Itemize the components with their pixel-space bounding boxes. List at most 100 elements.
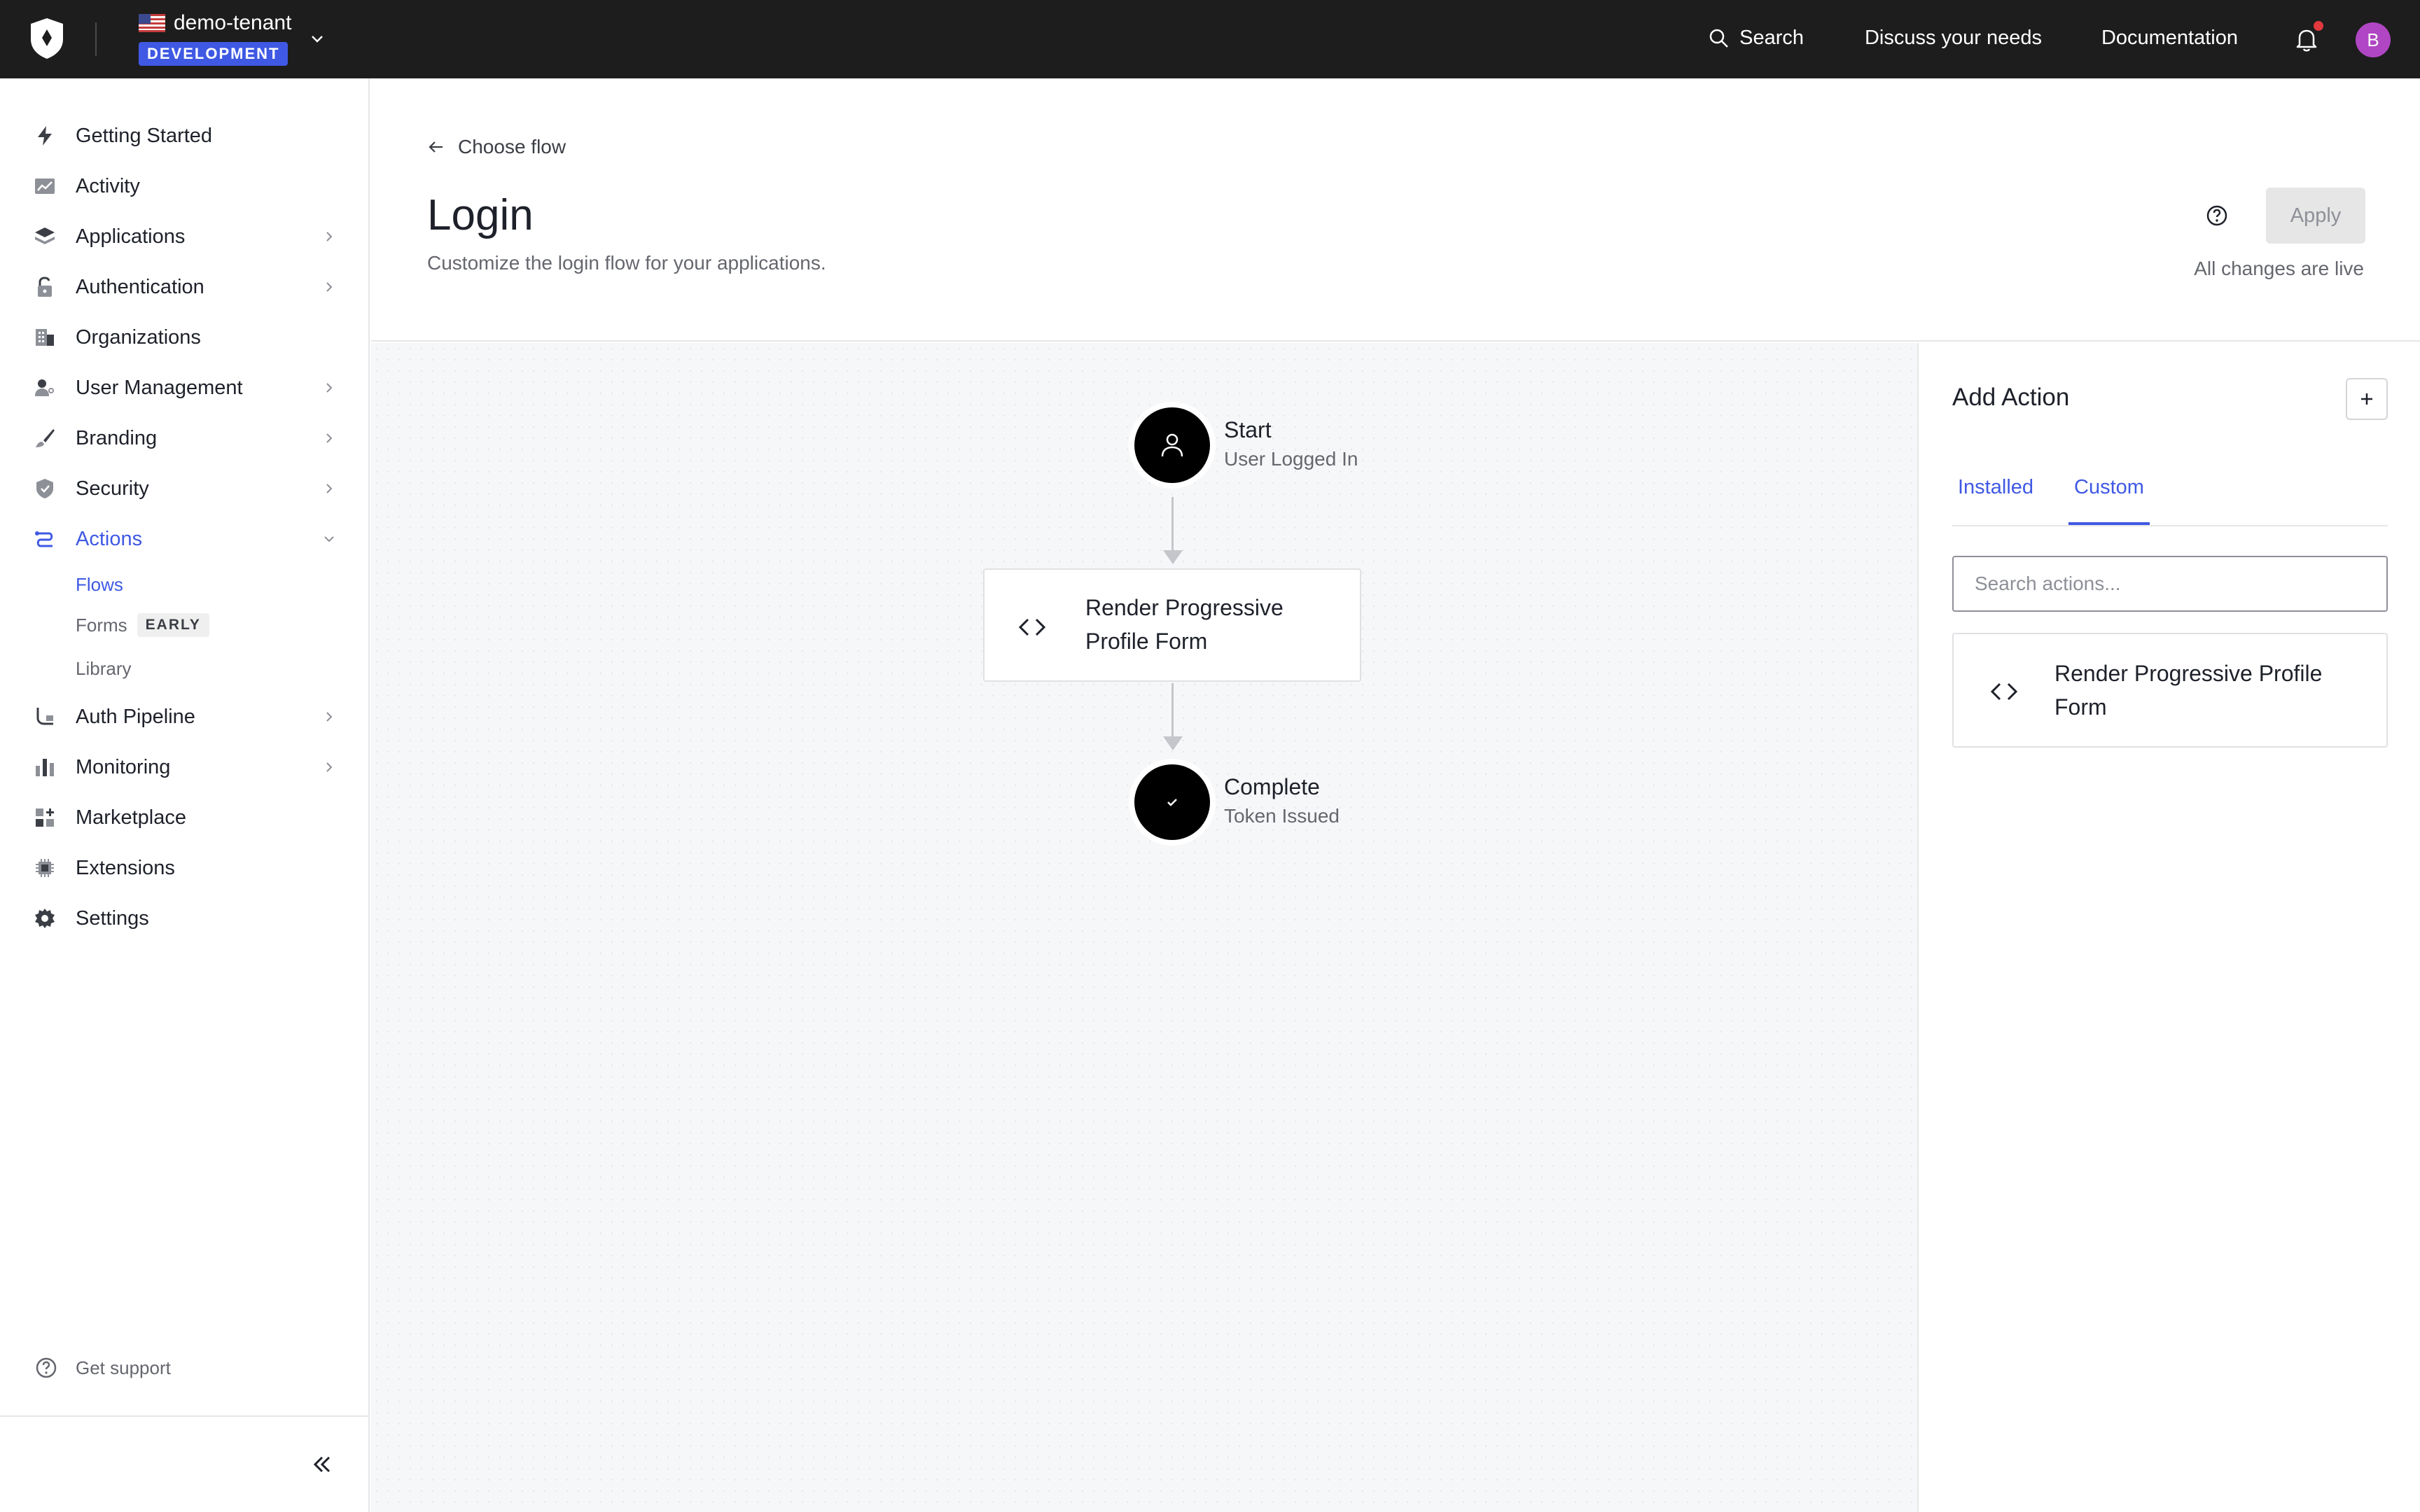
start-node[interactable] (1134, 407, 1210, 483)
changes-status: All changes are live (2194, 258, 2364, 279)
sidebar-item-getting-started[interactable]: Getting Started (32, 119, 340, 153)
flow-canvas[interactable]: Start User Logged In Render Progressive … (371, 343, 1917, 1512)
flow-action-card[interactable]: Render Progressive Profile Form (983, 568, 1361, 682)
sidebar-item-auth-pipeline[interactable]: Auth Pipeline (32, 700, 340, 734)
user-icon (1161, 433, 1183, 457)
flow-action-label: Render Progressive Profile Form (1085, 595, 1284, 654)
sidebar-subitem-label: Flows (76, 574, 123, 595)
lightning-icon (32, 123, 57, 148)
help-circle-icon (36, 1357, 57, 1378)
search-actions-input[interactable] (1952, 556, 2388, 612)
checkmark-icon (1167, 799, 1177, 806)
connector-arrowhead (1163, 550, 1183, 564)
apply-button[interactable]: Apply (2266, 188, 2365, 244)
tab-installed[interactable]: Installed (1952, 476, 2039, 525)
sidebar-item-label: Marketplace (76, 806, 186, 829)
shield-icon (32, 476, 57, 501)
bar-chart-icon (32, 755, 57, 780)
flow-icon (32, 526, 57, 552)
lock-icon (32, 274, 57, 300)
start-node-subtitle: User Logged In (1224, 448, 1358, 470)
arrow-left-icon (429, 141, 443, 153)
chevron-right-icon (326, 762, 333, 772)
sidebar: Getting Started Activity Applications Au… (0, 78, 370, 1512)
sidebar-item-marketplace[interactable]: Marketplace (32, 801, 340, 834)
chevron-down-icon[interactable] (308, 29, 326, 48)
chip-icon (32, 855, 57, 881)
sidebar-subitem-label: Forms (76, 614, 127, 636)
shield-logo-icon[interactable] (28, 17, 66, 60)
brush-icon (32, 426, 57, 451)
chevron-right-icon (326, 282, 333, 292)
sidebar-item-label: Monitoring (76, 755, 171, 778)
sidebar-item-applications[interactable]: Applications (32, 220, 340, 253)
tenant-name: demo-tenant (174, 11, 292, 34)
connector-arrowhead (1163, 736, 1183, 750)
get-support-link[interactable]: Get support (35, 1357, 171, 1379)
flow-connector (1171, 497, 1174, 554)
grid-plus-icon (32, 805, 57, 830)
sidebar-subitem-flows[interactable]: Flows (76, 574, 123, 596)
sidebar-item-label: User Management (76, 376, 243, 399)
gear-icon (32, 906, 57, 931)
discuss-link[interactable]: Discuss your needs (1865, 27, 2042, 50)
building-icon (32, 325, 57, 350)
sidebar-item-settings[interactable]: Settings (32, 902, 340, 935)
complete-node-title: Complete (1224, 774, 1320, 799)
code-icon (1018, 618, 1046, 636)
tenant-switcher[interactable]: demo-tenant DEVELOPMENT (139, 11, 291, 66)
avatar[interactable]: B (2356, 22, 2391, 57)
chevron-right-icon (326, 484, 333, 493)
notification-dot (2314, 21, 2323, 31)
tab-custom[interactable]: Custom (2068, 476, 2150, 525)
search-label: Search (1739, 27, 1804, 49)
sidebar-item-label: Getting Started (76, 124, 213, 147)
sidebar-item-label: Organizations (76, 326, 201, 349)
get-support-label: Get support (76, 1357, 171, 1378)
collapse-sidebar-icon[interactable] (308, 1450, 336, 1478)
code-icon (1990, 682, 2018, 701)
documentation-link[interactable]: Documentation (2101, 27, 2238, 50)
flow-connector (1171, 683, 1174, 741)
sidebar-item-label: Branding (76, 426, 158, 449)
us-flag-icon (139, 14, 165, 32)
sidebar-item-branding[interactable]: Branding (32, 421, 340, 455)
early-badge: EARLY (137, 613, 209, 637)
topbar-divider (95, 22, 97, 56)
sidebar-divider (0, 1415, 370, 1417)
sidebar-item-activity[interactable]: Activity (32, 169, 340, 203)
sidebar-item-label: Auth Pipeline (76, 705, 195, 728)
environment-badge: DEVELOPMENT (139, 42, 288, 66)
page-subtitle: Customize the login flow for your applic… (427, 252, 826, 274)
sidebar-subitem-forms[interactable]: Forms EARLY (76, 613, 209, 637)
sidebar-item-user-management[interactable]: User Management (32, 371, 340, 405)
sidebar-item-label: Settings (76, 906, 149, 930)
action-list-item[interactable]: Render Progressive Profile Form (1952, 633, 2388, 748)
action-tabs: Installed Custom (1952, 466, 2388, 526)
chevron-right-icon (326, 383, 333, 393)
help-icon[interactable] (2203, 202, 2231, 230)
sidebar-item-organizations[interactable]: Organizations (32, 321, 340, 354)
complete-node[interactable] (1134, 764, 1210, 840)
chart-line-icon (32, 174, 57, 199)
sidebar-item-extensions[interactable]: Extensions (32, 851, 340, 885)
sidebar-item-monitoring[interactable]: Monitoring (32, 750, 340, 784)
sidebar-item-security[interactable]: Security (32, 472, 340, 505)
chevron-right-icon (326, 433, 333, 443)
sidebar-item-label: Authentication (76, 275, 204, 298)
chevron-right-icon (326, 232, 333, 241)
search-button[interactable]: Search (1709, 27, 1804, 50)
action-list-item-label: Render Progressive Profile Form (2054, 661, 2323, 720)
page-header: Choose flow Login Customize the login fl… (371, 78, 2420, 342)
start-node-title: Start (1224, 417, 1272, 442)
discuss-label: Discuss your needs (1864, 27, 2042, 49)
sidebar-item-authentication[interactable]: Authentication (32, 270, 340, 304)
sidebar-subitem-library[interactable]: Library (76, 658, 131, 680)
top-bar: demo-tenant DEVELOPMENT Search Discuss y… (0, 0, 2420, 78)
add-action-button[interactable] (2346, 378, 2388, 420)
documentation-label: Documentation (2101, 27, 2238, 49)
sidebar-item-actions[interactable]: Actions (32, 522, 340, 556)
back-to-choose-flow-link[interactable]: Choose flow (427, 136, 566, 158)
sidebar-item-label: Applications (76, 225, 186, 248)
search-icon (1709, 29, 1728, 48)
